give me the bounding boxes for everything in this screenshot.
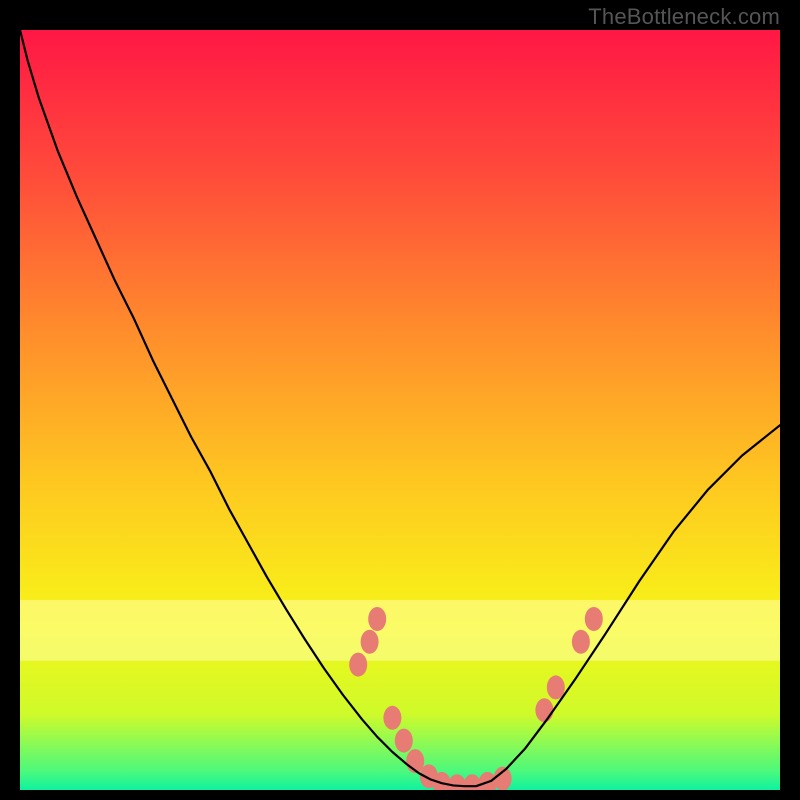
watermark-text: TheBottleneck.com xyxy=(588,4,780,30)
salmon-dot xyxy=(368,607,386,631)
salmon-dot xyxy=(395,729,413,753)
salmon-dot xyxy=(547,675,565,699)
plot-area xyxy=(20,30,780,790)
salmon-dot xyxy=(361,630,379,654)
salmon-dot xyxy=(349,653,367,677)
salmon-dot xyxy=(572,630,590,654)
chart-stage: TheBottleneck.com xyxy=(0,0,800,800)
chart-svg xyxy=(20,30,780,790)
salmon-dot xyxy=(383,706,401,730)
salmon-dot xyxy=(494,767,512,790)
salmon-dot xyxy=(535,698,553,722)
gradient-bg xyxy=(20,30,780,790)
salmon-dot xyxy=(585,607,603,631)
bright-band xyxy=(20,600,780,661)
